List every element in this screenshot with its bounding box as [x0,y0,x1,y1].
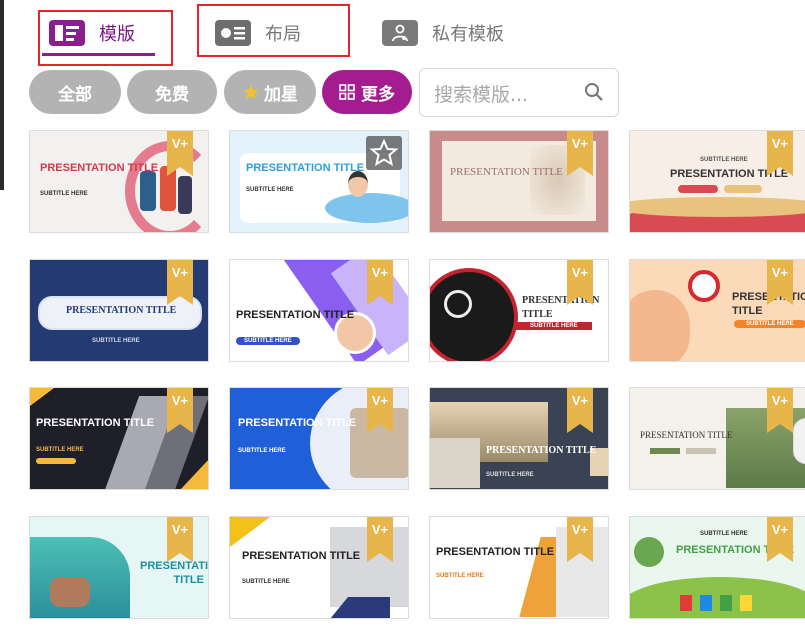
premium-badge: V+ [167,131,193,176]
template-title: PRESENTATION TITLE [242,550,361,562]
template-title: PRESENTATION TITLE [238,417,357,429]
premium-badge: V+ [167,388,193,433]
template-subtitle: SUBTITLE HERE [238,448,286,454]
template-title: PRESENTATION TITLE [640,430,733,440]
filter-free-button[interactable]: 免费 [127,70,217,114]
template-card[interactable]: PRESENTATION TITLE SUBTITLE HERE V+ [429,259,609,362]
template-title: PRESENTATION TITLE [450,166,563,178]
template-subtitle: SUBTITLE HERE [242,579,290,585]
premium-badge: V+ [767,131,793,176]
left-edge [0,0,4,190]
carousel-next-handle[interactable] [793,418,805,464]
template-subtitle: SUBTITLE HERE [734,320,805,328]
private-user-icon [382,19,418,46]
highlight-box-layout [197,4,350,57]
template-subtitle: SUBTITLE HERE [246,187,294,193]
star-icon [243,84,259,100]
star-outline-icon [369,138,399,167]
template-title: PRESENTATION TITLE [40,162,159,174]
premium-badge: V+ [767,388,793,433]
premium-badge: V+ [367,388,393,433]
filter-all-label: 全部 [58,84,92,105]
tab-private-label: 私有模板 [432,23,504,45]
filter-free-label: 免费 [155,84,189,105]
premium-badge: V+ [567,260,593,305]
template-subtitle: SUBTITLE HERE [700,531,748,537]
template-card[interactable]: PRESENTATION TITLE SUBTITLE HERE V+ [29,387,209,490]
template-subtitle: SUBTITLE HERE [486,472,534,478]
template-subtitle: SUBTITLE HERE [236,337,300,345]
template-title: PRESENTATION TITLE [236,309,355,321]
search-box[interactable]: 搜索模版... [419,68,619,117]
template-title: PRESENTATION TITLE [522,295,600,320]
search-icon[interactable] [584,82,604,102]
template-subtitle: SUBTITLE HERE [436,573,484,579]
premium-badge: V+ [567,517,593,562]
template-title: PRESENTATION TITLE [246,162,365,174]
favorite-button[interactable] [366,136,402,170]
premium-badge: V+ [367,517,393,562]
template-title: PRESENTATION TITLE [36,417,155,429]
search-placeholder: 搜索模版... [434,84,529,106]
template-subtitle: SUBTITLE HERE [92,338,140,344]
premium-badge: V+ [167,260,193,305]
filter-starred-label: 加星 [264,84,298,105]
premium-badge: V+ [567,131,593,176]
premium-badge: V+ [167,517,193,562]
template-subtitle: SUBTITLE HERE [36,447,84,453]
template-title: PRESENTATION TITLE [140,560,209,586]
template-card[interactable]: PRESENTATION TITLE SUBTITLE HERE V+ [229,259,409,362]
grid-icon [339,84,355,100]
template-card[interactable]: PRESENTATION TITLE SUBTITLE HERE V+ [429,516,609,619]
template-card[interactable]: PRESENTATION TITLE SUBTITLE HERE V+ [429,387,609,490]
template-subtitle: SUBTITLE HERE [40,191,88,197]
template-card[interactable]: PRESENTATION TITLE SUBTITLE HERE V+ [29,130,209,233]
template-card[interactable]: PRESENTATION TITLE V+ [629,387,805,490]
template-title: PRESENTATION TITLE [486,445,597,456]
premium-badge: V+ [767,517,793,562]
template-card[interactable]: PRESENTATION TITLE SUBTITLE HERE V+ [29,259,209,362]
template-card[interactable]: PRESENTATION TITLE V+ [429,130,609,233]
template-title: PRESENTATION TITLE [436,546,555,558]
filter-more-label: 更多 [361,84,395,105]
filter-more-button[interactable]: 更多 [322,70,412,114]
template-card[interactable]: SUBTITLE HERE PRESENTATION TITLE V+ [629,130,805,233]
filter-all-button[interactable]: 全部 [29,70,121,114]
premium-badge: V+ [767,260,793,305]
template-card[interactable]: PRESENTATION TITLE SUBTITLE HERE V+ [629,259,805,362]
template-subtitle: SUBTITLE HERE [700,157,748,163]
template-title: PRESENTATION TITLE [66,305,177,316]
template-card[interactable]: PRESENTATION TITLE SUBTITLE HERE [229,130,409,233]
template-card[interactable]: PRESENTATION TITLE SUBTITLE HERE V+ [229,387,409,490]
filter-starred-button[interactable]: 加星 [224,70,316,114]
template-subtitle: SUBTITLE HERE [516,322,592,330]
template-card[interactable]: SUBTITLE HERE PRESENTATION TITLE V+ [629,516,805,619]
template-card[interactable]: PRESENTATION TITLE SUBTITLE HERE V+ [229,516,409,619]
highlight-box-templates [38,10,173,66]
premium-badge: V+ [567,388,593,433]
template-card[interactable]: PRESENTATION TITLE V+ [29,516,209,619]
tab-private-templates[interactable]: 私有模板 [382,0,504,65]
premium-badge: V+ [367,260,393,305]
